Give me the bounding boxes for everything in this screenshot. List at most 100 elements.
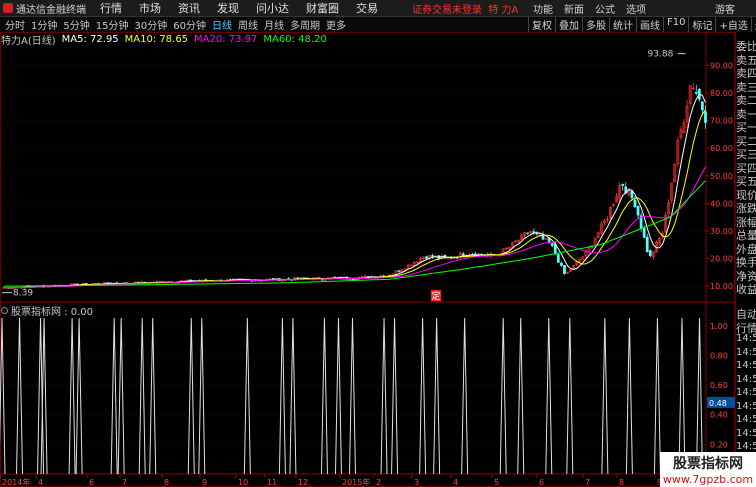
candle-body <box>556 254 560 263</box>
candle-body <box>397 270 401 272</box>
indicator-spike <box>461 317 469 475</box>
main-y-tick-label: 50.00 <box>710 172 733 181</box>
ma20-label: MA20: 73.97 <box>194 34 258 45</box>
indicator-spike <box>138 317 146 475</box>
indicator-spike <box>517 317 525 475</box>
tool-adjust[interactable]: 复权 <box>528 17 555 32</box>
x-tick-label: 3 <box>414 478 419 487</box>
menu-function[interactable]: 功能 <box>533 1 553 16</box>
candle-body <box>72 283 76 285</box>
period-60min[interactable]: 60分钟 <box>172 17 207 32</box>
trade-status-text: 证券交易未登录 <box>412 4 482 16</box>
menu-item-market[interactable]: 市场 <box>139 0 161 16</box>
candle-body <box>526 232 530 234</box>
x-tick-label: 5 <box>494 478 499 487</box>
menu-item-ask[interactable]: 问小达 <box>256 0 289 16</box>
x-tick-label: 4 <box>38 478 43 487</box>
period-15min[interactable]: 15分钟 <box>95 17 130 32</box>
indicator-spike <box>289 317 297 475</box>
period-intraday[interactable]: 分时 <box>4 17 26 32</box>
indicator-spike <box>243 317 251 475</box>
right-panel-item: 14:55 <box>736 387 756 398</box>
right-panel-item: 14:55 <box>736 400 756 412</box>
candle-body <box>621 184 625 186</box>
indicator-spike <box>391 317 399 475</box>
kline-chart[interactable]: 90.00 80.00 70.00 60.00 50.00 40.00 30.00 20.00… <box>0 32 735 487</box>
tool-add-watchlist[interactable]: +自选 <box>715 17 750 32</box>
candle-body <box>701 101 704 111</box>
ma5-label: MA5: 72.95 <box>61 34 119 45</box>
period-monthly[interactable]: 月线 <box>263 17 285 32</box>
indicator-spike <box>349 317 356 475</box>
ma60-label: MA60: 48.20 <box>263 34 327 45</box>
tool-multi-stock[interactable]: 多股 <box>582 17 609 32</box>
guest-user[interactable]: 游客 <box>715 1 735 16</box>
period-5min[interactable]: 5分钟 <box>62 17 90 32</box>
candle-body <box>633 199 637 208</box>
indicator-spike <box>601 317 609 475</box>
menu-item-discover[interactable]: 发现 <box>217 0 239 16</box>
x-tick-label: 4 <box>453 478 458 487</box>
indicator-spike <box>678 317 686 475</box>
candle-body <box>363 275 367 277</box>
right-panel-item: 14:55 <box>736 373 756 385</box>
chart-tools: 复权 叠加 多股 统计 画线 F10 标记 +自选 返回 <box>528 17 756 32</box>
right-menu: 功能 新面 公式 选项 <box>533 1 657 16</box>
x-tick-label: 10 <box>238 478 248 487</box>
candle-body <box>532 231 536 233</box>
indicator-spike <box>320 317 328 475</box>
period-daily[interactable]: 日线 <box>211 17 233 32</box>
indicator-spike <box>149 317 157 475</box>
menubar: 通达信金融终端 行情 市场 资讯 发现 问小达 财富圈 交易 证券交易未登录 特… <box>0 0 756 17</box>
low-price-label: 8.39 <box>13 289 33 299</box>
indicator-spike <box>187 317 195 475</box>
menu-item-wealth[interactable]: 财富圈 <box>306 0 339 16</box>
menu-item-quote[interactable]: 行情 <box>100 0 122 16</box>
x-tick-label: 2 <box>376 478 381 487</box>
watermark-name: 股票指标网 <box>673 456 743 472</box>
right-panel-item: 14:55 <box>736 414 756 425</box>
tool-draw[interactable]: 画线 <box>636 17 663 32</box>
event-marker-label: 定 <box>432 290 441 302</box>
tool-back[interactable]: 返回 <box>750 17 756 32</box>
period-weekly[interactable]: 周线 <box>237 17 259 32</box>
tool-stats[interactable]: 统计 <box>609 17 636 32</box>
menu-new-page[interactable]: 新面 <box>564 1 584 16</box>
x-tick-label: 2015年 <box>342 477 370 487</box>
main-y-tick-label: 60.00 <box>710 144 733 153</box>
x-tick-label: 6 <box>89 478 94 487</box>
period-1min[interactable]: 1分钟 <box>30 17 58 32</box>
period-multi[interactable]: 多周期 <box>289 17 321 32</box>
tool-overlay[interactable]: 叠加 <box>555 17 582 32</box>
x-tick-label: 8 <box>164 478 169 487</box>
x-tick-label: 2014年 <box>2 477 30 487</box>
menu-formula[interactable]: 公式 <box>595 1 615 16</box>
indicator-spike <box>499 317 507 475</box>
app-title: 通达信金融终端 <box>16 4 86 16</box>
right-panel-item: 14:55 <box>736 360 756 371</box>
candle-body <box>630 190 634 199</box>
tool-mark[interactable]: 标记 <box>688 17 715 32</box>
period-30min[interactable]: 30分钟 <box>133 17 168 32</box>
watermark-url: www.7gpzb.com <box>662 473 754 486</box>
indicator-spike <box>198 317 206 475</box>
period-more[interactable]: 更多 <box>325 17 347 32</box>
menu-item-news[interactable]: 资讯 <box>178 0 200 16</box>
x-tick-label: 7 <box>122 478 127 487</box>
indicator-spike <box>653 317 661 475</box>
period-toolbar: 分时 1分钟 5分钟 15分钟 30分钟 60分钟 日线 周线 月线 多周期 更… <box>0 17 756 32</box>
watermark: 股票指标网 www.7gpzb.com <box>660 452 756 487</box>
main-y-tick-label: 30.00 <box>710 227 733 236</box>
candle-body <box>461 253 465 257</box>
main-y-tick-label: 40.00 <box>710 199 733 208</box>
trade-status[interactable]: 证券交易未登录 特 力A <box>412 1 518 16</box>
indicator-spike <box>68 317 76 475</box>
menu-item-trade[interactable]: 交易 <box>356 0 378 16</box>
x-tick-label: 7 <box>585 478 590 487</box>
main-y-tick-label: 80.00 <box>710 89 733 98</box>
indicator-spike <box>278 317 286 475</box>
indicator-spike <box>566 317 574 475</box>
menu-options[interactable]: 选项 <box>626 1 646 16</box>
tool-f10[interactable]: F10 <box>663 17 688 32</box>
chart-title: 特力A(日线) <box>1 36 56 47</box>
